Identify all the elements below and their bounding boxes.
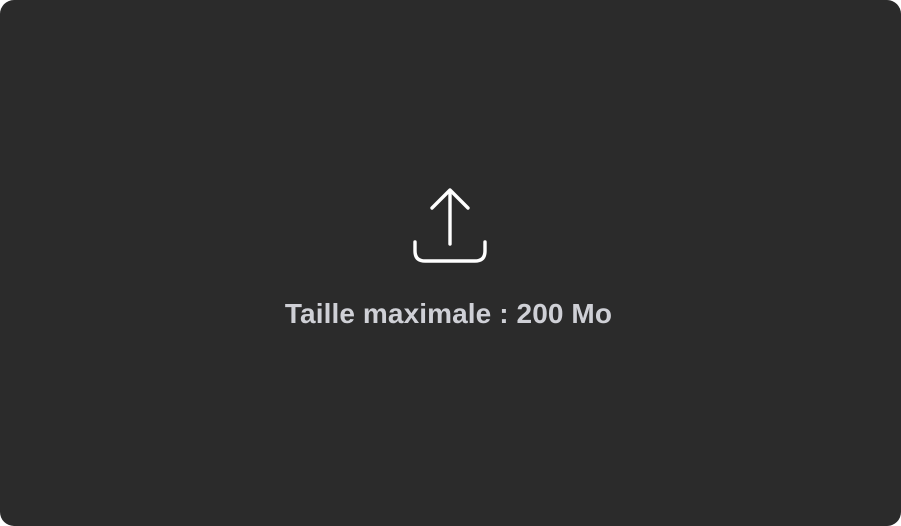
upload-icon: [411, 186, 489, 266]
file-dropzone[interactable]: Taille maximale : 200 Mo: [0, 0, 901, 526]
max-size-hint: Taille maximale : 200 Mo: [284, 298, 613, 329]
